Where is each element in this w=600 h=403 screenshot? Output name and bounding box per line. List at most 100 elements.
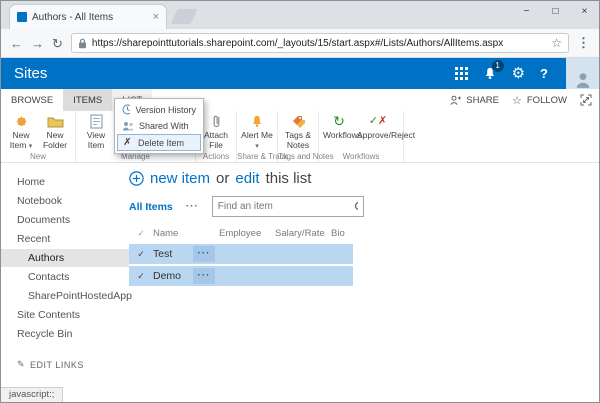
approve-reject-button[interactable]: ✓ ✗ Approve/Reject	[357, 113, 415, 141]
lock-icon	[78, 38, 86, 48]
refresh-button[interactable]: ↻	[52, 37, 63, 50]
row-name-cell[interactable]: Test	[153, 248, 193, 260]
alert-me-bell-icon	[241, 113, 273, 130]
items-table: ✓ Name Employee Salary/Rate Bio ✓ Test ·…	[129, 228, 599, 286]
dropdown-arrow-icon: ▾	[255, 142, 259, 150]
item-menu-button[interactable]: ···	[193, 246, 215, 262]
sidebar-item-notebook[interactable]: Notebook	[1, 192, 129, 210]
window-maximize-button[interactable]: □	[541, 1, 570, 22]
row-checkmark-icon[interactable]: ✓	[129, 249, 153, 260]
browser-tab[interactable]: Authors - All Items ×	[9, 4, 167, 29]
browser-menu-icon[interactable]: ⋮	[577, 35, 590, 51]
column-header-bio[interactable]: Bio	[331, 228, 371, 239]
settings-gear-icon[interactable]: ⚙	[512, 66, 525, 81]
column-header-employee[interactable]: Employee	[219, 228, 275, 239]
status-bubble: javascript:;	[1, 387, 64, 402]
group-label-new: New	[29, 152, 46, 161]
find-item-searchbox[interactable]	[211, 196, 364, 217]
window-controls: − □ ×	[512, 1, 599, 22]
view-more-button[interactable]: ···	[186, 201, 199, 212]
ribbon-right-actions: SHARE ☆ FOLLOW	[450, 89, 599, 111]
dropdown-arrow-icon: ▾	[28, 142, 33, 150]
view-selector-row: All Items ···	[129, 196, 599, 217]
new-item-icon	[5, 113, 37, 130]
column-header-name[interactable]: Name	[153, 228, 219, 239]
ribbon-group-workflows: ↻ Workflows ✓ ✗ Approve/Reject Workflows	[319, 111, 415, 162]
shared-with-people-icon	[123, 122, 134, 131]
new-folder-button[interactable]: New Folder	[39, 113, 71, 151]
tab-title: Authors - All Items	[32, 11, 114, 23]
tags-icon	[282, 113, 314, 130]
share-button[interactable]: SHARE	[466, 95, 499, 106]
search-icon[interactable]	[354, 201, 358, 213]
workflows-button[interactable]: ↻ Workflows	[323, 113, 362, 141]
url-text[interactable]: https://sharepointtutorials.sharepoint.c…	[92, 38, 546, 49]
browser-toolbar: ← → ↻ https://sharepointtutorials.sharep…	[1, 29, 599, 58]
attach-file-button[interactable]: Attach File	[200, 113, 232, 151]
table-header-row: ✓ Name Employee Salary/Rate Bio	[129, 228, 599, 244]
view-item-button[interactable]: View Item	[80, 113, 112, 151]
focus-on-content-icon[interactable]	[580, 94, 592, 106]
left-navigation: Home Notebook Documents Recent Authors C…	[1, 163, 132, 402]
tab-items[interactable]: ITEMS	[63, 89, 113, 111]
sidebar-item-sharepointhostedapp[interactable]: SharePointHostedApp	[1, 287, 132, 305]
page-content: Home Notebook Documents Recent Authors C…	[1, 163, 599, 402]
edit-links-button[interactable]: ✎ EDIT LINKS	[1, 359, 129, 370]
table-row-demo[interactable]: ✓ Demo ···	[129, 266, 353, 286]
new-item-plus-icon[interactable]	[129, 171, 144, 186]
window-minimize-button[interactable]: −	[512, 1, 541, 22]
back-button[interactable]: ←	[10, 37, 23, 50]
edit-list-link[interactable]: edit	[235, 170, 259, 187]
share-icon	[450, 95, 462, 105]
pencil-icon: ✎	[17, 359, 26, 369]
menu-item-version-history[interactable]: Version History	[117, 101, 201, 118]
sidebar-item-recycle-bin[interactable]: Recycle Bin	[1, 325, 129, 343]
tab-browse[interactable]: BROWSE	[1, 89, 63, 111]
search-input[interactable]	[217, 201, 350, 212]
forward-button[interactable]: →	[31, 37, 44, 50]
app-launcher-icon[interactable]	[454, 67, 468, 80]
sidebar-item-contacts[interactable]: Contacts	[1, 268, 129, 286]
item-menu-button[interactable]: ···	[193, 268, 215, 284]
browser-tab-strip: Authors - All Items × − □ ×	[1, 1, 599, 29]
follow-button[interactable]: FOLLOW	[527, 95, 567, 106]
ribbon-group-share-track: Alert Me ▾ Share & Track	[237, 111, 288, 162]
window-close-button[interactable]: ×	[570, 1, 599, 22]
suite-bar: Sites 1 ⚙ ?	[1, 58, 599, 89]
help-icon[interactable]: ?	[540, 66, 548, 81]
attach-file-icon	[200, 113, 232, 130]
row-name-cell[interactable]: Demo	[153, 270, 193, 282]
list-view-area: new item or edit this list All Items ···…	[129, 163, 599, 402]
group-label-share-track: Share & Track	[237, 152, 288, 161]
row-checkmark-icon[interactable]: ✓	[129, 271, 153, 282]
view-item-icon	[80, 113, 112, 130]
new-tab-button[interactable]	[170, 9, 198, 24]
sidebar-item-home[interactable]: Home	[1, 173, 129, 191]
sites-link[interactable]: Sites	[14, 65, 47, 82]
sidebar-item-site-contents[interactable]: Site Contents	[1, 306, 129, 324]
sidebar-item-documents[interactable]: Documents	[1, 211, 129, 229]
ribbon-group-new: New Item ▾ New Folder New	[1, 111, 76, 162]
ribbon-tab-bar: BROWSE ITEMS LIST SHARE ☆ FOLLOW	[1, 89, 599, 111]
alert-me-button[interactable]: Alert Me ▾	[241, 113, 273, 151]
tab-close-icon[interactable]: ×	[153, 11, 159, 23]
address-bar[interactable]: https://sharepointtutorials.sharepoint.c…	[70, 33, 569, 53]
menu-item-delete-item[interactable]: ✗ Delete Item	[117, 134, 201, 151]
select-all-checkmark-icon[interactable]: ✓	[129, 228, 153, 239]
sidebar-item-authors[interactable]: Authors	[1, 249, 129, 267]
sidebar-item-recent[interactable]: Recent	[1, 230, 129, 248]
delete-x-icon: ✗	[123, 137, 132, 148]
new-item-link[interactable]: new item	[150, 170, 210, 187]
new-item-button[interactable]: New Item ▾	[5, 113, 37, 151]
view-all-items[interactable]: All Items	[129, 201, 173, 213]
sharepoint-favicon	[17, 12, 27, 22]
notifications-bell-icon[interactable]: 1	[483, 60, 504, 81]
group-label-workflows: Workflows	[342, 152, 380, 161]
menu-item-shared-with[interactable]: Shared With	[117, 118, 201, 134]
reject-icon: ✗	[378, 115, 388, 128]
column-header-salary-rate[interactable]: Salary/Rate	[275, 228, 331, 239]
tags-notes-button[interactable]: Tags & Notes	[282, 113, 314, 151]
user-avatar[interactable]	[566, 58, 599, 89]
bookmark-star-icon[interactable]: ☆	[551, 36, 562, 50]
table-row-test[interactable]: ✓ Test ···	[129, 244, 353, 264]
